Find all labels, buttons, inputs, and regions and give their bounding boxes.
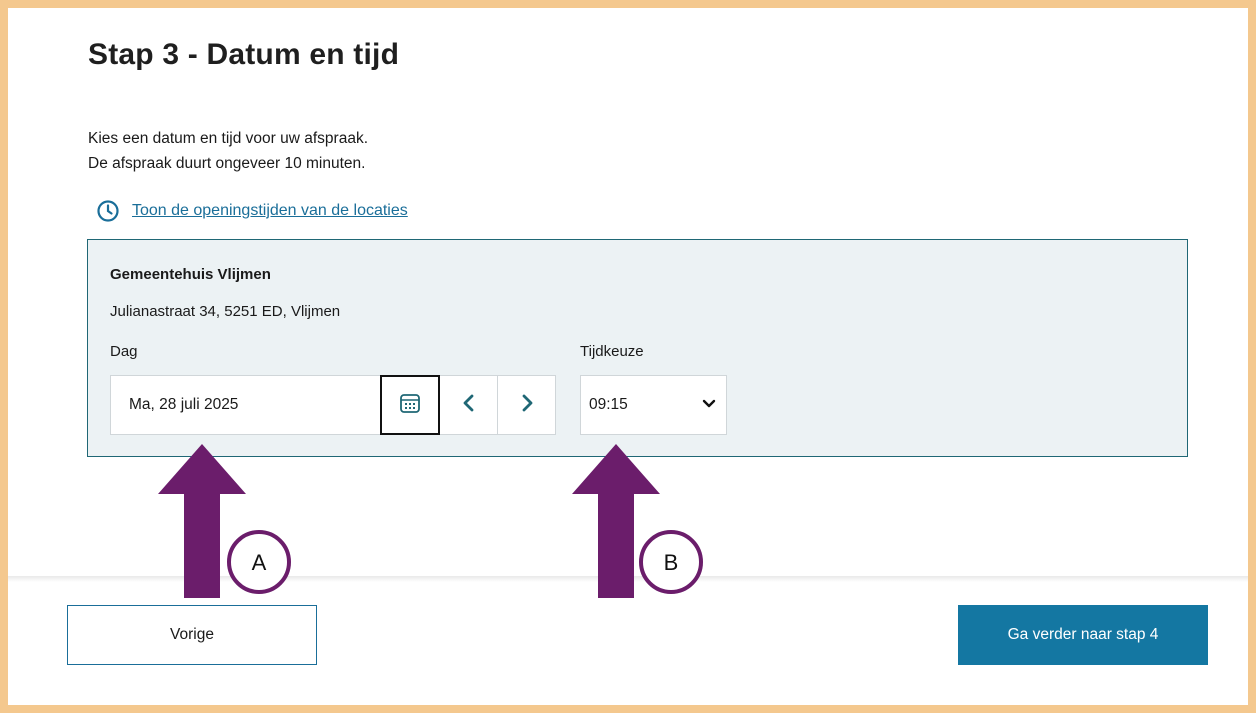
previous-button[interactable]: Vorige <box>67 605 317 665</box>
intro-line-1: Kies een datum en tijd voor uw afspraak. <box>88 130 369 147</box>
clock-icon <box>96 199 120 223</box>
next-step-button-label: Ga verder naar stap 4 <box>1007 626 1159 643</box>
marker-a-label: A <box>252 550 267 575</box>
chevron-left-icon <box>461 393 477 418</box>
annotation-arrow-a <box>158 444 246 598</box>
date-label: Dag <box>110 343 138 360</box>
next-step-button[interactable]: Ga verder naar stap 4 <box>958 605 1208 665</box>
chevron-down-icon <box>702 396 716 414</box>
opening-hours-link-label[interactable]: Toon de openingstijden van de locaties <box>132 202 408 220</box>
annotation-arrow-b <box>572 444 660 598</box>
chevron-right-icon <box>519 393 535 418</box>
time-value: 09:15 <box>589 396 628 413</box>
opening-hours-link[interactable]: Toon de openingstijden van de locaties <box>96 199 408 223</box>
date-picker: Ma, 28 juli 2025 <box>110 375 556 435</box>
annotation-marker-b: B <box>639 530 703 594</box>
annotation-marker-a: A <box>227 530 291 594</box>
calendar-icon <box>399 392 421 419</box>
footer-divider <box>8 576 1248 582</box>
next-day-button[interactable] <box>498 375 556 435</box>
marker-b-label: B <box>664 550 679 575</box>
intro-text: Kies een datum en tijd voor uw afspraak.… <box>88 126 368 176</box>
location-address: Julianastraat 34, 5251 ED, Vlijmen <box>110 303 341 320</box>
date-input[interactable]: Ma, 28 juli 2025 <box>110 375 380 435</box>
location-name: Gemeentehuis Vlijmen <box>110 266 271 283</box>
page-title: Stap 3 - Datum en tijd <box>88 38 400 71</box>
time-select[interactable]: 09:15 <box>580 375 727 435</box>
page-frame: Stap 3 - Datum en tijd Kies een datum en… <box>0 0 1256 713</box>
intro-line-2: De afspraak duurt ongeveer 10 minuten. <box>88 155 366 172</box>
calendar-button[interactable] <box>380 375 440 435</box>
previous-button-label: Vorige <box>170 626 214 643</box>
previous-day-button[interactable] <box>440 375 498 435</box>
location-panel: Gemeentehuis Vlijmen Julianastraat 34, 5… <box>87 239 1188 457</box>
date-value: Ma, 28 juli 2025 <box>129 396 239 413</box>
time-label: Tijdkeuze <box>580 343 644 360</box>
